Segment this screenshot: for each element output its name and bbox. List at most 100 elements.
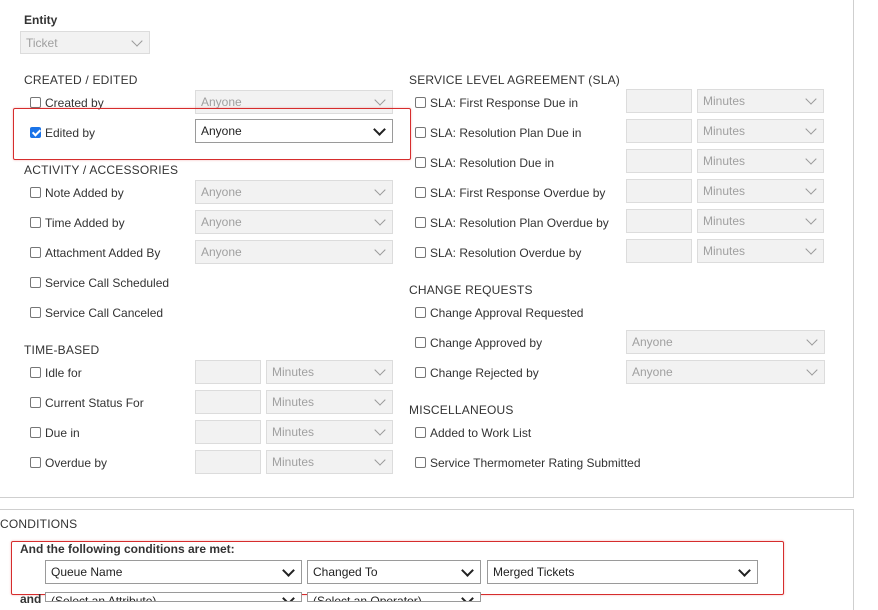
chevron-down-icon (282, 593, 295, 601)
chevron-down-icon (374, 184, 386, 196)
attachment-added-select[interactable]: Anyone (195, 240, 393, 264)
sla-first-response-overdue-checkbox[interactable] (415, 187, 426, 198)
service-call-canceled-row[interactable]: Service Call Canceled (30, 306, 163, 320)
idle-for-label: Idle for (45, 365, 82, 380)
condition-value-select[interactable]: Merged Tickets (487, 560, 758, 584)
edited-by-checkbox-row[interactable]: Edited by (30, 126, 95, 140)
overdue-by-input[interactable] (195, 450, 261, 474)
time-added-label: Time Added by (45, 215, 125, 230)
thermometer-rating-row[interactable]: Service Thermometer Rating Submitted (415, 456, 641, 470)
current-status-unit-select[interactable]: Minutes (266, 390, 393, 414)
change-approved-by-row[interactable]: Change Approved by (415, 336, 542, 350)
change-rejected-by-select[interactable]: Anyone (626, 360, 825, 384)
condition-attribute-select[interactable]: Queue Name (45, 560, 302, 584)
entity-label: Entity (24, 13, 58, 27)
time-added-checkbox[interactable] (30, 217, 41, 228)
chevron-down-icon (374, 244, 386, 256)
entity-value: Ticket (26, 35, 58, 50)
due-in-row[interactable]: Due in (30, 426, 80, 440)
due-in-input[interactable] (195, 420, 261, 444)
change-approval-requested-row[interactable]: Change Approval Requested (415, 306, 583, 320)
sla-resolution-plan-due-row[interactable]: SLA: Resolution Plan Due in (415, 126, 581, 140)
chevron-down-icon (282, 563, 295, 577)
created-by-value: Anyone (201, 95, 242, 109)
sla-first-response-due-checkbox[interactable] (415, 97, 426, 108)
chevron-down-icon (806, 334, 818, 346)
chevron-down-icon (374, 424, 386, 436)
change-rejected-by-checkbox[interactable] (415, 367, 426, 378)
sla-unit-value: Minutes (703, 184, 746, 198)
conditions-title: CONDITIONS (0, 517, 78, 531)
change-rejected-by-label: Change Rejected by (430, 365, 539, 380)
sla-resolution-plan-overdue-row[interactable]: SLA: Resolution Plan Overdue by (415, 216, 609, 230)
current-status-input[interactable] (195, 390, 261, 414)
change-rejected-by-row[interactable]: Change Rejected by (415, 365, 539, 380)
idle-for-row[interactable]: Idle for (30, 365, 82, 380)
sla-first-response-overdue-unit[interactable]: Minutes (697, 179, 824, 203)
note-added-row[interactable]: Note Added by (30, 185, 124, 200)
change-approved-by-value: Anyone (632, 335, 673, 349)
sla-resolution-due-checkbox[interactable] (415, 157, 426, 168)
overdue-by-unit-select[interactable]: Minutes (266, 450, 393, 474)
attachment-added-checkbox[interactable] (30, 247, 41, 258)
condition-value-value: Merged Tickets (493, 565, 575, 579)
idle-for-input[interactable] (195, 360, 261, 384)
sla-resolution-plan-due-unit[interactable]: Minutes (697, 119, 824, 143)
added-to-work-list-checkbox[interactable] (415, 427, 426, 438)
service-call-scheduled-checkbox[interactable] (30, 277, 41, 288)
thermometer-rating-checkbox[interactable] (415, 457, 426, 468)
chevron-down-icon (131, 34, 143, 47)
change-approved-by-select[interactable]: Anyone (626, 330, 825, 354)
chevron-down-icon (374, 364, 386, 376)
note-added-label: Note Added by (45, 185, 124, 200)
change-approved-by-checkbox[interactable] (415, 337, 426, 348)
condition-operator-select[interactable]: Changed To (307, 560, 481, 584)
sla-resolution-plan-overdue-input[interactable] (626, 209, 692, 233)
attachment-added-row[interactable]: Attachment Added By (30, 246, 160, 260)
edited-by-select[interactable]: Anyone (195, 119, 393, 143)
sla-resolution-overdue-unit[interactable]: Minutes (697, 239, 824, 263)
service-call-canceled-checkbox[interactable] (30, 307, 41, 318)
entity-select[interactable]: Ticket (20, 31, 150, 54)
service-call-scheduled-row[interactable]: Service Call Scheduled (30, 276, 169, 290)
due-in-checkbox[interactable] (30, 427, 41, 438)
sla-resolution-plan-due-input[interactable] (626, 119, 692, 143)
sla-resolution-due-input[interactable] (626, 149, 692, 173)
current-status-unit: Minutes (272, 395, 315, 409)
sla-first-response-overdue-label: SLA: First Response Overdue by (430, 185, 606, 200)
edited-by-checkbox[interactable] (30, 127, 41, 138)
sla-first-response-due-input[interactable] (626, 89, 692, 113)
note-added-checkbox[interactable] (30, 187, 41, 198)
sla-first-response-due-unit[interactable]: Minutes (697, 89, 824, 113)
overdue-by-checkbox[interactable] (30, 457, 41, 468)
sla-first-response-overdue-input[interactable] (626, 179, 692, 203)
condition-attribute-select-2[interactable]: (Select an Attribute) (45, 592, 302, 602)
sla-first-response-due-row[interactable]: SLA: First Response Due in (415, 96, 578, 110)
change-approval-requested-checkbox[interactable] (415, 307, 426, 318)
note-added-select[interactable]: Anyone (195, 180, 393, 204)
sla-resolution-plan-overdue-unit[interactable]: Minutes (697, 209, 824, 233)
sla-resolution-due-unit[interactable]: Minutes (697, 149, 824, 173)
sla-resolution-plan-overdue-checkbox[interactable] (415, 217, 426, 228)
chevron-down-icon (805, 153, 817, 165)
due-in-unit-select[interactable]: Minutes (266, 420, 393, 444)
chevron-down-icon (738, 563, 751, 577)
condition-operator-select-2[interactable]: (Select an Operator) (307, 592, 481, 602)
created-by-checkbox[interactable] (30, 97, 41, 108)
sla-resolution-overdue-checkbox[interactable] (415, 247, 426, 258)
activity-title: ACTIVITY / ACCESSORIES (24, 163, 179, 177)
condition-conjunction: and (20, 592, 42, 606)
added-to-work-list-row[interactable]: Added to Work List (415, 426, 531, 440)
overdue-by-row[interactable]: Overdue by (30, 456, 107, 470)
time-added-row[interactable]: Time Added by (30, 215, 125, 230)
sla-first-response-overdue-row[interactable]: SLA: First Response Overdue by (415, 185, 606, 200)
current-status-row[interactable]: Current Status For (30, 396, 144, 410)
sla-resolution-overdue-row[interactable]: SLA: Resolution Overdue by (415, 246, 581, 260)
sla-resolution-plan-due-checkbox[interactable] (415, 127, 426, 138)
current-status-checkbox[interactable] (30, 397, 41, 408)
sla-resolution-overdue-input[interactable] (626, 239, 692, 263)
time-added-select[interactable]: Anyone (195, 210, 393, 234)
idle-for-checkbox[interactable] (30, 367, 41, 378)
sla-resolution-due-row[interactable]: SLA: Resolution Due in (415, 156, 554, 170)
idle-for-unit-select[interactable]: Minutes (266, 360, 393, 384)
